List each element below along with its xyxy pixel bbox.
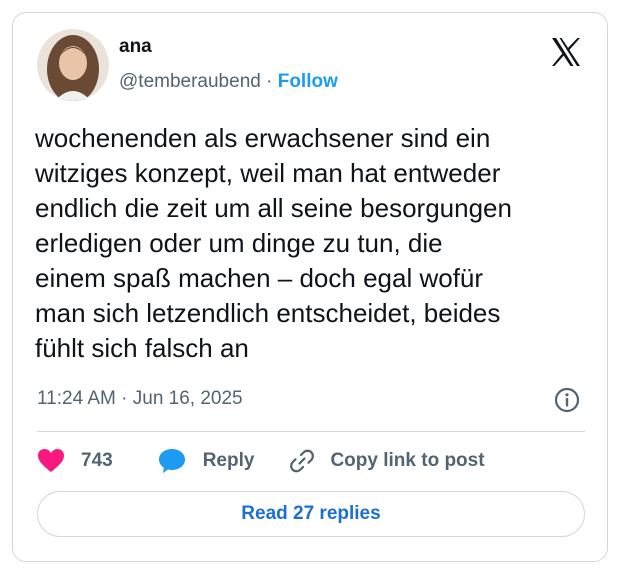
tweet-card: ana @temberaubend · Follow wochenenden a… <box>12 12 608 562</box>
author-handle-row: @temberaubend · Follow <box>119 71 338 93</box>
divider <box>37 431 585 432</box>
like-button[interactable]: 743 <box>37 448 113 474</box>
handle-separator: · <box>260 71 278 92</box>
avatar-photo <box>37 29 109 101</box>
follow-button[interactable]: Follow <box>278 71 338 92</box>
read-replies-label: Read 27 replies <box>241 503 381 524</box>
copy-link-button[interactable]: Copy link to post <box>288 447 485 475</box>
link-icon <box>290 449 315 473</box>
action-bar: 743 Reply Copy link to post <box>37 445 485 477</box>
read-replies-button[interactable]: Read 27 replies <box>37 491 585 537</box>
speech-bubble-icon <box>158 449 185 473</box>
info-icon[interactable] <box>553 386 581 414</box>
author-handle[interactable]: @temberaubend <box>119 71 261 92</box>
tweet-timestamp[interactable]: 11:24 AM · Jun 16, 2025 <box>37 388 243 410</box>
author-name[interactable]: ana <box>119 36 152 58</box>
heart-icon <box>38 449 64 472</box>
reply-button[interactable]: Reply <box>157 447 255 475</box>
avatar[interactable] <box>37 29 109 101</box>
x-logo-icon[interactable] <box>549 35 583 69</box>
reply-label: Reply <box>202 450 255 471</box>
tweet-text: wochenenden als erwachsener sind ein wit… <box>35 123 512 363</box>
like-count: 743 <box>81 450 113 471</box>
copy-link-label: Copy link to post <box>330 450 485 471</box>
